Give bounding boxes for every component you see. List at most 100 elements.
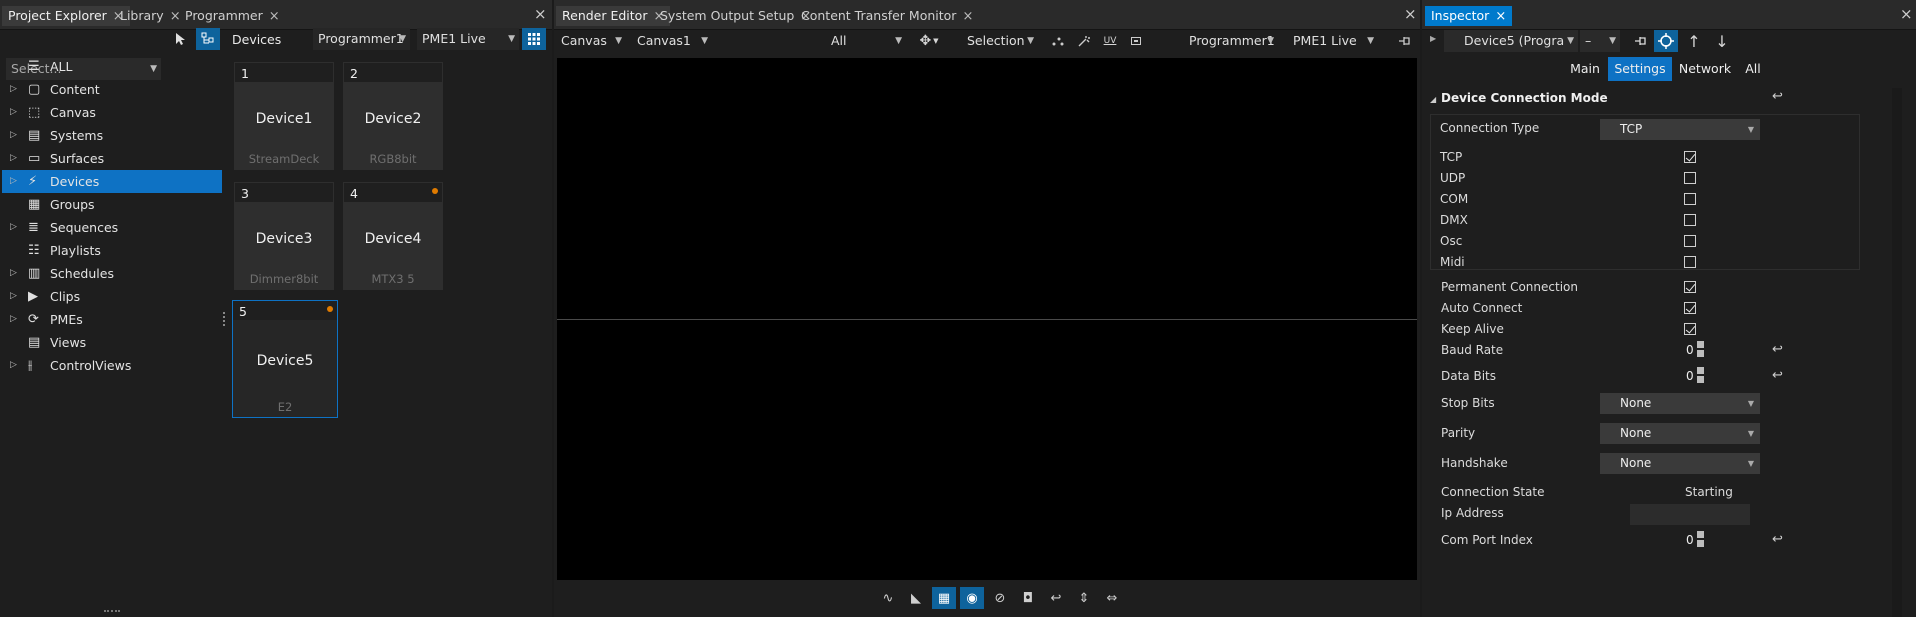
increment-icon[interactable] [1697, 367, 1704, 374]
points-tool-button[interactable] [1046, 30, 1070, 52]
data-bits-value[interactable]: 0 [1686, 369, 1694, 383]
decrement-icon[interactable] [1697, 376, 1704, 383]
canvas-name-select[interactable]: Canvas1 ▼ [632, 30, 712, 52]
reset-icon[interactable]: ↩ [1772, 532, 1783, 547]
programmer-select[interactable]: Programmer1 ▼ [1184, 30, 1278, 52]
expand-arrow-icon[interactable]: ▷ [10, 170, 17, 193]
tree-item-all[interactable]: ☰ ALL [2, 55, 222, 78]
device-tile[interactable]: 4 Device4 MTX3 5 [343, 182, 443, 290]
tree-item-pmes[interactable]: ▷ ⟳ PMEs [2, 308, 222, 331]
panel-close-icon[interactable]: × [534, 5, 547, 23]
tree-item-playlists[interactable]: ☷ Playlists [2, 239, 222, 262]
expand-arrow-icon[interactable]: ▷ [10, 262, 17, 285]
tree-item-views[interactable]: ▤ Views [2, 331, 222, 354]
target-button[interactable] [1654, 30, 1678, 52]
uv-button[interactable]: UV [1098, 30, 1122, 52]
protocol-checkbox-dmx[interactable] [1684, 214, 1696, 226]
crop-tool-button[interactable] [1124, 30, 1148, 52]
expand-arrow-icon[interactable]: ▷ [10, 308, 17, 331]
option-checkbox[interactable] [1684, 281, 1696, 293]
device-tile[interactable]: 1 Device1 StreamDeck [234, 62, 334, 170]
protocol-checkbox-osc[interactable] [1684, 235, 1696, 247]
subtab-network[interactable]: Network [1676, 57, 1734, 81]
option-checkbox[interactable] [1684, 302, 1696, 314]
canvas-type-select[interactable]: Canvas ▼ [556, 30, 626, 52]
decrement-icon[interactable] [1697, 350, 1704, 357]
object-select[interactable]: Device5 (Progra ▼ [1444, 30, 1578, 52]
rotate-off-button[interactable]: ⊘ [988, 587, 1012, 609]
data-bits-stepper[interactable] [1697, 367, 1704, 383]
snapshot-button[interactable]: ◘ [1016, 587, 1040, 609]
ip-address-field[interactable] [1630, 504, 1750, 525]
expand-arrow-icon[interactable]: ▷ [10, 285, 17, 308]
tree-item-canvas[interactable]: ▷ ⬚ Canvas [2, 101, 222, 124]
com-port-index-value[interactable]: 0 [1686, 533, 1694, 547]
tab-project-explorer[interactable]: Project Explorer × [2, 6, 130, 26]
tree-item-schedules[interactable]: ▷ ▥ Schedules [2, 262, 222, 285]
bottom-grip-icon[interactable] [104, 610, 120, 612]
parity-select[interactable]: None ▼ [1600, 423, 1760, 444]
expand-arrow-icon[interactable]: ▷ [10, 216, 17, 239]
panel-close-icon[interactable]: × [1900, 5, 1913, 23]
filter-select[interactable]: All ▼ [826, 30, 906, 52]
reset-icon[interactable]: ↩ [1772, 342, 1783, 357]
move-tool-button[interactable]: ✥ ▼ [914, 30, 944, 52]
option-checkbox[interactable] [1684, 323, 1696, 335]
device-tile[interactable]: 2 Device2 RGB8bit [343, 62, 443, 170]
ruler-button[interactable]: ◣ [904, 587, 928, 609]
tree-item-systems[interactable]: ▷ ▤ Systems [2, 124, 222, 147]
tree-item-clips[interactable]: ▷ ▶ Clips [2, 285, 222, 308]
reset-icon[interactable]: ↩ [1772, 89, 1783, 104]
expand-arrow-icon[interactable]: ▷ [10, 147, 17, 170]
decrement-icon[interactable] [1697, 540, 1704, 547]
increment-icon[interactable] [1697, 341, 1704, 348]
tab-inspector[interactable]: Inspector × [1425, 6, 1513, 26]
tree-item-groups[interactable]: ▦ Groups [2, 193, 222, 216]
handshake-select[interactable]: None ▼ [1600, 453, 1760, 474]
protocol-checkbox-udp[interactable] [1684, 172, 1696, 184]
close-icon[interactable]: × [269, 9, 280, 24]
tree-item-surfaces[interactable]: ▷ ▭ Surfaces [2, 147, 222, 170]
tab-system-output-setup[interactable]: System Output Setup × [654, 6, 817, 26]
pin-button[interactable] [1392, 30, 1416, 52]
increment-icon[interactable] [1697, 531, 1704, 538]
pin-button[interactable] [1628, 30, 1652, 52]
connection-type-select[interactable]: TCP ▼ [1600, 119, 1760, 140]
undo-button[interactable]: ↩ [1044, 587, 1068, 609]
close-icon[interactable]: × [962, 9, 973, 24]
com-port-index-stepper[interactable] [1697, 531, 1704, 547]
pointer-tool-button[interactable] [168, 28, 192, 50]
subtab-main[interactable]: Main [1564, 57, 1606, 81]
render-viewport[interactable] [557, 58, 1417, 580]
fit-width-button[interactable]: ⇔ [1100, 587, 1124, 609]
fit-height-button[interactable]: ⇕ [1072, 587, 1096, 609]
tree-item-controlviews[interactable]: ▷ ⫲ ControlViews [2, 354, 222, 377]
collapse-icon[interactable]: ◢ [1430, 95, 1436, 104]
device-tile[interactable]: 3 Device3 Dimmer8bit [234, 182, 334, 290]
waveform-button[interactable]: ∿ [876, 587, 900, 609]
tree-item-sequences[interactable]: ▷ ≣ Sequences [2, 216, 222, 239]
resize-grip-icon[interactable] [223, 312, 225, 326]
baud-rate-value[interactable]: 0 [1686, 343, 1694, 357]
expand-arrow-icon[interactable]: ▶ [1430, 34, 1436, 43]
pme-select[interactable]: PME1 Live ▼ [1288, 30, 1378, 52]
protocol-checkbox-midi[interactable] [1684, 256, 1696, 268]
move-down-button[interactable]: ↓ [1710, 30, 1734, 52]
reset-icon[interactable]: ↩ [1772, 368, 1783, 383]
close-icon[interactable]: × [1495, 9, 1506, 24]
tree-item-devices[interactable]: ▷ ⚡ Devices [2, 170, 222, 193]
pme-select[interactable]: PME1 Live ▼ [417, 28, 519, 50]
move-up-button[interactable]: ↑ [1682, 30, 1706, 52]
tab-library[interactable]: Library × [114, 6, 187, 26]
device-tile[interactable]: 5 Device5 E2 [232, 300, 338, 418]
fx-tool-button[interactable] [1072, 30, 1096, 52]
expand-arrow-icon[interactable]: ▷ [10, 124, 17, 147]
protocol-checkbox-com[interactable] [1684, 193, 1696, 205]
tree-item-content[interactable]: ▷ ▢ Content [2, 78, 222, 101]
panel-close-icon[interactable]: × [1404, 5, 1417, 23]
mode-select[interactable]: Selection ▼ [962, 30, 1038, 52]
object-mode-select[interactable]: – ▼ [1580, 30, 1620, 52]
subtab-all[interactable]: All [1736, 57, 1770, 81]
scrollbar-track[interactable] [1892, 88, 1902, 617]
camera-move-button[interactable]: ◉ [960, 587, 984, 609]
